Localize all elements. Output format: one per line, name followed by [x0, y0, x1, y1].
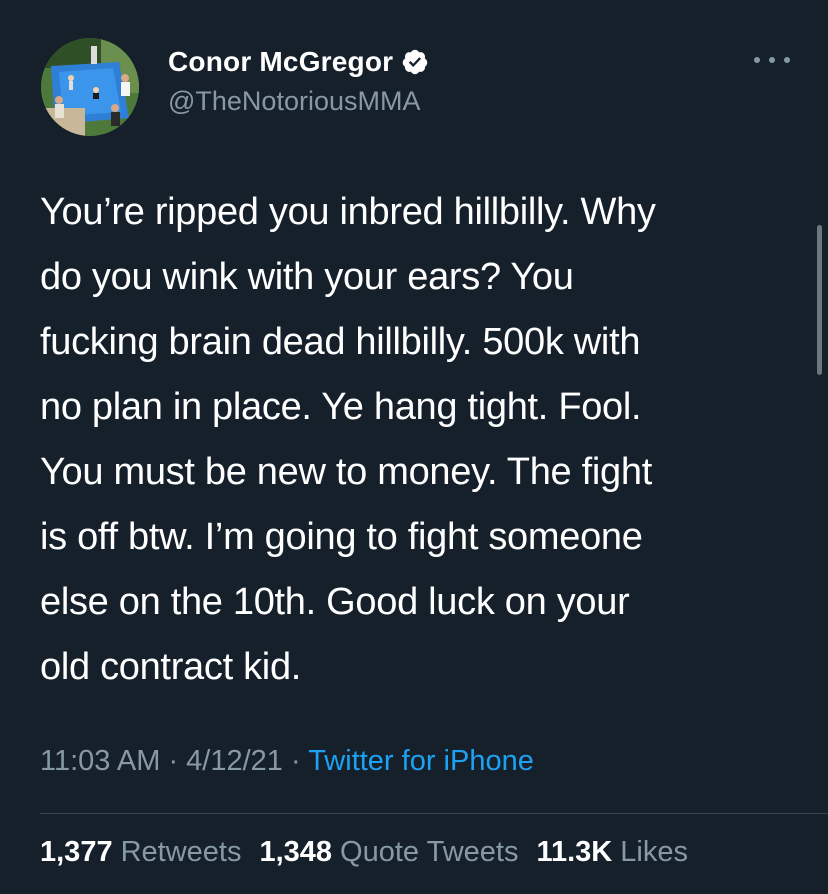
tweet-text-line: else on the 10th. Good luck on your	[40, 581, 630, 623]
retweets-label: Retweets	[120, 836, 242, 868]
dot	[754, 57, 760, 63]
tweet-text-line: You must be new to money. The fight	[40, 451, 652, 493]
tweet-date[interactable]: 4/12/21	[186, 745, 283, 777]
meta-separator: ·	[282, 745, 309, 777]
retweets-count: 1,377	[40, 836, 113, 868]
retweets-stat[interactable]: 1,377 Retweets	[40, 836, 241, 869]
avatar[interactable]	[41, 38, 139, 136]
scrollbar[interactable]	[817, 225, 822, 375]
tweet-text-line: is off btw. I’m going to fight someone	[40, 516, 643, 558]
likes-count: 11.3K	[536, 836, 613, 868]
tweet-text-line: do you wink with your ears? You	[40, 256, 574, 298]
tweet-text-line: no plan in place. Ye hang tight. Fool.	[40, 386, 642, 428]
profile-photo-icon	[41, 38, 139, 136]
dot	[769, 57, 775, 63]
likes-stat[interactable]: 11.3K Likes	[536, 836, 688, 869]
tweet-text-line: fucking brain dead hillbilly. 500k with	[40, 321, 641, 363]
quote-tweets-label: Quote Tweets	[340, 836, 519, 868]
more-options-icon[interactable]	[754, 48, 790, 72]
verified-badge-icon	[401, 48, 429, 76]
tweet-source-link[interactable]: Twitter for iPhone	[308, 745, 534, 777]
tweet-text: You’re ripped you inbred hillbilly. Why …	[40, 180, 790, 700]
meta-separator: ·	[160, 745, 187, 777]
tweet-text-line: old contract kid.	[40, 646, 302, 688]
tweet-meta: 11:03 AM · 4/12/21 · Twitter for iPhone	[40, 745, 534, 778]
divider	[40, 813, 828, 814]
tweet-text-line: You’re ripped you inbred hillbilly. Why	[40, 191, 656, 233]
engagement-stats: 1,377 Retweets 1,348 Quote Tweets 11.3K Lik…	[40, 836, 688, 869]
quote-tweets-stat[interactable]: 1,348 Quote Tweets	[259, 836, 518, 869]
quote-tweets-count: 1,348	[259, 836, 333, 868]
tweet-time[interactable]: 11:03 AM	[40, 745, 160, 777]
likes-label: Likes	[620, 836, 688, 868]
name-row: Conor McGregor	[168, 44, 429, 80]
dot	[784, 57, 790, 63]
tweet-detail: Conor McGregor @TheNotoriousMMA You’re r…	[0, 0, 828, 894]
user-handle[interactable]: @TheNotoriousMMA	[168, 86, 420, 117]
display-name[interactable]: Conor McGregor	[168, 46, 393, 78]
